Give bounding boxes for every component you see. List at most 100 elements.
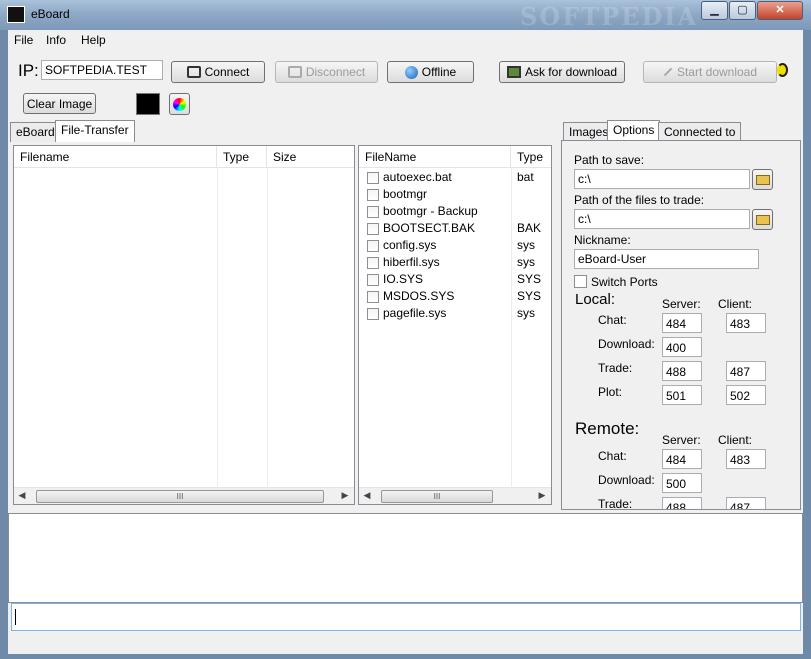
remote-hscrollbar[interactable]: ◀ III ▶ bbox=[359, 487, 551, 504]
file-name: BOOTSECT.BAK bbox=[383, 221, 476, 235]
remote-client-header: Client: bbox=[718, 433, 753, 447]
remote-header: FileName Type bbox=[359, 146, 551, 168]
file-checkbox[interactable] bbox=[367, 240, 379, 252]
start-download-button[interactable]: Start download bbox=[643, 61, 777, 83]
file-checkbox[interactable] bbox=[367, 308, 379, 320]
scroll-thumb[interactable]: III bbox=[381, 490, 493, 503]
close-button[interactable]: ✕ bbox=[757, 1, 803, 20]
offline-label: Offline bbox=[421, 65, 457, 79]
tab-connected-to[interactable]: Connected to bbox=[658, 122, 742, 142]
file-name: hiberfil.sys bbox=[383, 255, 440, 269]
color-swatch[interactable] bbox=[136, 93, 160, 115]
local-plot-client-input[interactable]: 502 bbox=[726, 385, 766, 405]
list-item[interactable]: IO.SYS SYS bbox=[363, 271, 549, 288]
menu-info[interactable]: Info bbox=[46, 33, 66, 47]
list-item[interactable]: pagefile.sys sys bbox=[363, 305, 549, 322]
pen-icon bbox=[663, 67, 673, 77]
list-item[interactable]: BOOTSECT.BAK BAK bbox=[363, 220, 549, 237]
remote-download-server-input[interactable]: 500 bbox=[662, 473, 702, 493]
list-item[interactable]: hiberfil.sys sys bbox=[363, 254, 549, 271]
options-panel: Path to save: c:\ Path of the files to t… bbox=[561, 140, 801, 510]
ip-input[interactable]: SOFTPEDIA.TEST bbox=[41, 60, 163, 80]
col-type[interactable]: Type bbox=[511, 146, 551, 168]
col-type[interactable]: Type bbox=[217, 146, 267, 168]
remote-trade-client-input[interactable]: 487 bbox=[726, 497, 766, 509]
path-trade-label: Path of the files to trade: bbox=[574, 193, 705, 207]
file-type: sys bbox=[517, 255, 535, 269]
file-checkbox[interactable] bbox=[367, 206, 379, 218]
file-checkbox[interactable] bbox=[367, 274, 379, 286]
scroll-left-icon[interactable]: ◀ bbox=[16, 490, 28, 501]
switch-ports-checkbox[interactable] bbox=[574, 275, 587, 288]
local-trade-server-input[interactable]: 488 bbox=[662, 361, 702, 381]
nickname-input[interactable]: eBoard-User bbox=[574, 249, 759, 269]
file-checkbox[interactable] bbox=[367, 223, 379, 235]
disconnect-button[interactable]: Disconnect bbox=[275, 61, 378, 83]
menu-help[interactable]: Help bbox=[81, 33, 106, 47]
start-download-label: Start download bbox=[676, 65, 758, 79]
remote-chat-server-input[interactable]: 484 bbox=[662, 449, 702, 469]
path-save-input[interactable]: c:\ bbox=[574, 169, 750, 189]
file-checkbox[interactable] bbox=[367, 257, 379, 269]
local-files-list[interactable]: Filename Type Size ◀ III ▶ bbox=[13, 145, 355, 505]
tab-file-transfer[interactable]: File-Transfer bbox=[55, 120, 135, 142]
chat-input[interactable] bbox=[11, 603, 801, 631]
connect-button[interactable]: Connect bbox=[171, 61, 265, 83]
path-trade-input[interactable]: c:\ bbox=[574, 209, 750, 229]
remote-download-label: Download: bbox=[598, 473, 655, 487]
local-plot-server-input[interactable]: 501 bbox=[662, 385, 702, 405]
local-header: Filename Type Size bbox=[14, 146, 354, 168]
grid-line bbox=[267, 168, 268, 486]
tab-options[interactable]: Options bbox=[607, 120, 661, 142]
remote-trade-label: Trade: bbox=[598, 497, 633, 510]
col-size[interactable]: Size bbox=[267, 146, 354, 168]
list-item[interactable]: config.sys sys bbox=[363, 237, 549, 254]
path-save-label: Path to save: bbox=[574, 153, 645, 167]
remote-chat-label: Chat: bbox=[598, 449, 627, 463]
remote-chat-client-input[interactable]: 483 bbox=[726, 449, 766, 469]
browse-save-button[interactable] bbox=[752, 169, 773, 190]
ask-download-button[interactable]: Ask for download bbox=[499, 61, 625, 83]
local-hscrollbar[interactable]: ◀ III ▶ bbox=[14, 487, 354, 504]
watermark: SOFTPEDIA bbox=[520, 2, 699, 31]
connect-icon bbox=[186, 66, 201, 78]
left-tab-strip: eBoard File-Transfer bbox=[10, 120, 555, 142]
scroll-left-icon[interactable]: ◀ bbox=[361, 490, 373, 501]
file-checkbox[interactable] bbox=[367, 172, 379, 184]
color-picker-button[interactable] bbox=[169, 93, 190, 115]
local-download-server-input[interactable]: 400 bbox=[662, 337, 702, 357]
list-item[interactable]: bootmgr - Backup bbox=[363, 203, 549, 220]
local-trade-label: Trade: bbox=[598, 361, 633, 375]
list-item[interactable]: MSDOS.SYS SYS bbox=[363, 288, 549, 305]
file-name: autoexec.bat bbox=[383, 170, 452, 184]
clear-image-button[interactable]: Clear Image bbox=[23, 93, 96, 114]
list-item[interactable]: autoexec.bat bat bbox=[363, 169, 549, 186]
browse-trade-button[interactable] bbox=[752, 209, 773, 230]
monitor-icon bbox=[506, 66, 521, 78]
file-checkbox[interactable] bbox=[367, 291, 379, 303]
file-checkbox[interactable] bbox=[367, 189, 379, 201]
scroll-thumb[interactable]: III bbox=[36, 490, 324, 503]
offline-button[interactable]: Offline bbox=[387, 61, 474, 83]
local-chat-client-input[interactable]: 483 bbox=[726, 313, 766, 333]
remote-trade-server-input[interactable]: 488 bbox=[662, 497, 702, 509]
scroll-right-icon[interactable]: ▶ bbox=[536, 490, 548, 501]
minimize-button[interactable]: ▁ bbox=[701, 1, 728, 20]
grid-line bbox=[217, 168, 218, 486]
file-type: sys bbox=[517, 306, 535, 320]
maximize-button[interactable]: ▢ bbox=[729, 1, 756, 20]
menu-file[interactable]: File bbox=[14, 33, 33, 47]
local-trade-client-input[interactable]: 487 bbox=[726, 361, 766, 381]
tab-eboard[interactable]: eBoard bbox=[10, 122, 61, 142]
folder-icon bbox=[755, 174, 770, 185]
scroll-right-icon[interactable]: ▶ bbox=[339, 490, 351, 501]
list-item[interactable]: bootmgr bbox=[363, 186, 549, 203]
col-filename[interactable]: Filename bbox=[14, 146, 217, 168]
chat-log[interactable] bbox=[8, 513, 803, 603]
file-name: config.sys bbox=[383, 238, 437, 252]
remote-files-list[interactable]: FileName Type autoexec.bat bat bootmgr boot… bbox=[358, 145, 552, 505]
file-type: BAK bbox=[517, 221, 542, 235]
globe-icon bbox=[404, 65, 418, 79]
col-filename[interactable]: FileName bbox=[359, 146, 511, 168]
local-chat-server-input[interactable]: 484 bbox=[662, 313, 702, 333]
